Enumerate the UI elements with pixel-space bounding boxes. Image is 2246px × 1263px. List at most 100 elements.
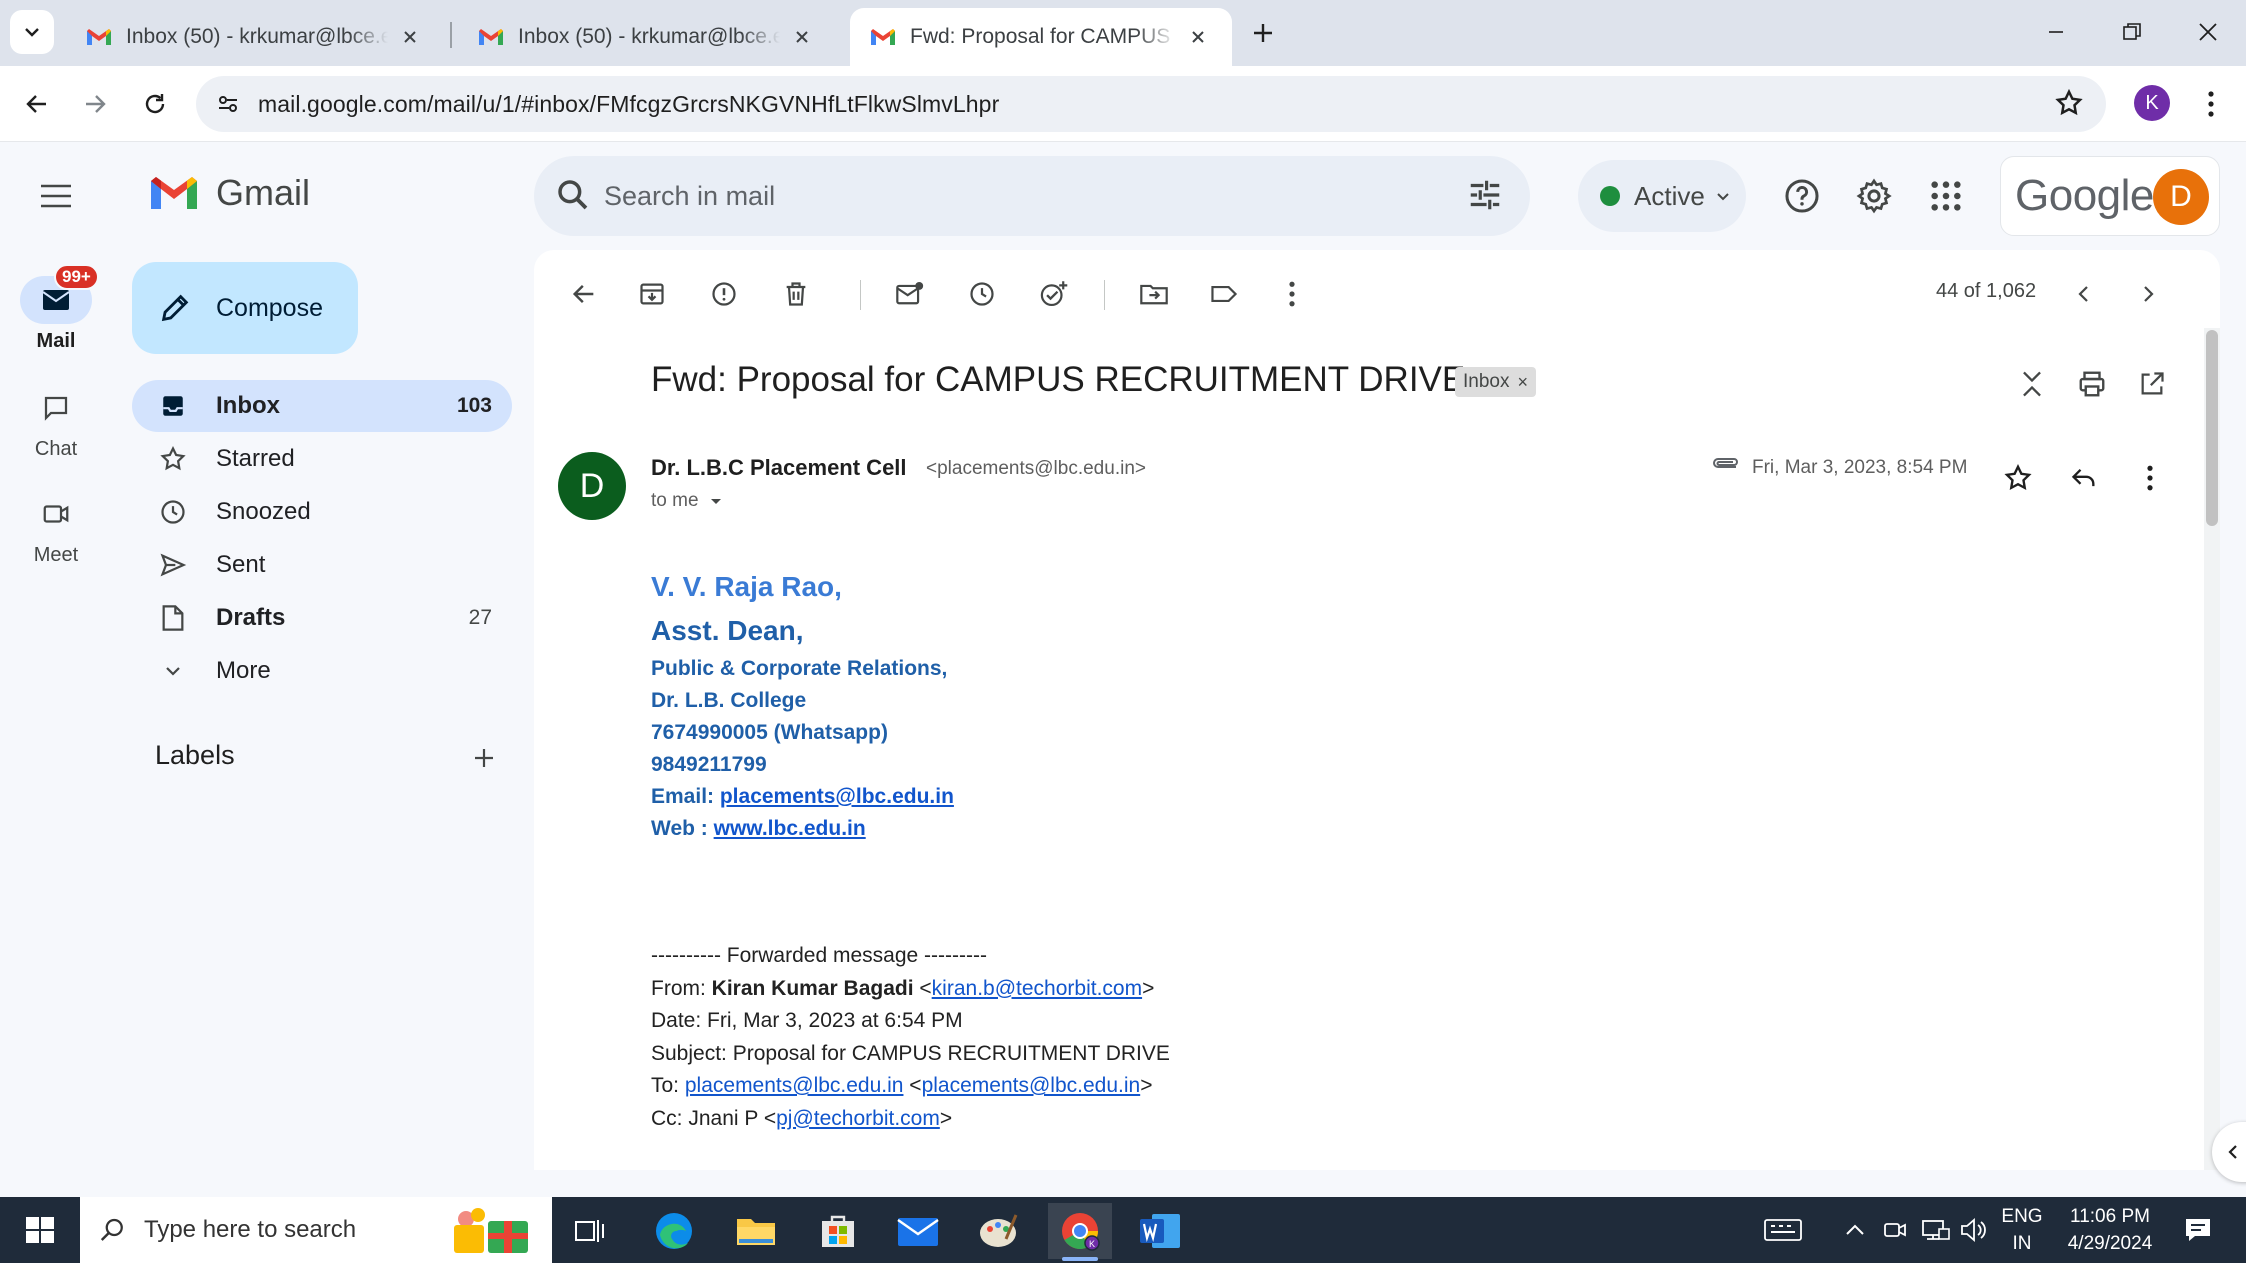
file-explorer-app[interactable] — [724, 1203, 788, 1259]
forward-button[interactable] — [72, 81, 118, 127]
meet-now-tray-icon[interactable] — [1878, 1197, 1912, 1263]
address-bar[interactable]: mail.google.com/mail/u/1/#inbox/FMfcgzGr… — [196, 76, 2106, 132]
input-language-indicator[interactable]: ENG IN — [1996, 1197, 2048, 1263]
status-dropdown[interactable]: Active — [1578, 160, 1746, 232]
scrollbar-thumb[interactable] — [2206, 330, 2218, 526]
minimize-button[interactable] — [2026, 10, 2086, 54]
browser-tab[interactable]: Inbox (50) - krkumar@lbce.edu.in - Gmail — [66, 8, 444, 66]
collapse-all-button[interactable] — [2008, 360, 2056, 408]
taskbar-search-box[interactable]: Type here to search — [80, 1197, 552, 1263]
message-more-button[interactable] — [2126, 454, 2174, 502]
edge-app[interactable] — [642, 1203, 706, 1259]
new-tab-button[interactable] — [1244, 14, 1282, 52]
newer-message-button[interactable] — [2060, 270, 2108, 318]
tab-separator — [450, 22, 452, 48]
from-email-link[interactable]: kiran.b@techorbit.com — [932, 977, 1142, 1000]
gmail-logo[interactable]: Gmail — [148, 172, 310, 214]
signature-phone: 7674990005 (Whatsapp) — [651, 721, 888, 744]
edge-icon — [656, 1213, 692, 1249]
reply-button[interactable] — [2060, 454, 2108, 502]
star-message-button[interactable] — [1994, 454, 2042, 502]
signature-email-line: Email: placements@lbc.edu.in — [651, 781, 954, 813]
paint-app[interactable] — [966, 1203, 1030, 1259]
report-spam-button[interactable] — [700, 270, 748, 318]
open-new-window-button[interactable] — [2128, 360, 2176, 408]
tab-close-icon[interactable] — [788, 23, 816, 51]
remove-label-icon[interactable]: × — [1517, 372, 1528, 393]
mark-unread-button[interactable] — [886, 270, 934, 318]
help-button[interactable] — [1778, 172, 1826, 220]
signature-web-link[interactable]: www.lbc.edu.in — [714, 817, 866, 840]
paint-palette-icon — [980, 1214, 1018, 1247]
compose-button[interactable]: Compose — [132, 262, 358, 354]
tab-close-icon[interactable] — [1184, 23, 1212, 51]
snooze-button[interactable] — [958, 270, 1006, 318]
more-actions-button[interactable] — [1268, 270, 1316, 318]
recipient-details[interactable]: to me — [651, 490, 727, 512]
google-apps-button[interactable] — [1922, 172, 1970, 220]
keyboard-tray-icon[interactable] — [1758, 1197, 1808, 1263]
search-icon[interactable] — [554, 176, 592, 219]
tab-search-button[interactable] — [10, 10, 54, 54]
sender-avatar[interactable]: D — [558, 452, 626, 520]
notifications-button[interactable] — [2172, 1197, 2224, 1263]
browser-tab-active[interactable]: Fwd: Proposal for CAMPUS RECRUITMENT DRI… — [850, 8, 1232, 66]
rail-item-meet[interactable]: Meet — [0, 490, 112, 567]
back-to-inbox-button[interactable] — [560, 270, 608, 318]
restore-button[interactable] — [2102, 10, 2162, 54]
microsoft-store-app[interactable] — [806, 1203, 870, 1259]
signature-college: Dr. L.B. College — [651, 689, 807, 712]
search-options-icon[interactable] — [1466, 176, 1504, 219]
chrome-app[interactable]: K — [1048, 1203, 1112, 1261]
task-view-button[interactable] — [558, 1203, 622, 1259]
browser-tab[interactable]: Inbox (50) - krkumar@lbce.edu.in - Gmail — [458, 8, 836, 66]
site-info-icon[interactable] — [210, 86, 246, 122]
to-email-link[interactable]: placements@lbc.edu.in — [685, 1074, 904, 1097]
older-message-button[interactable] — [2124, 270, 2172, 318]
search-input[interactable] — [604, 174, 1404, 218]
chrome-profile-avatar[interactable]: K — [2134, 85, 2170, 121]
nav-item-starred[interactable]: Starred — [132, 433, 512, 485]
cc-email-link[interactable]: pj@techorbit.com — [776, 1107, 940, 1130]
labels-button[interactable] — [1200, 270, 1248, 318]
google-account-button[interactable]: Google D — [2000, 156, 2220, 236]
clock-icon — [970, 282, 994, 306]
nav-item-sent[interactable]: Sent — [132, 539, 512, 591]
add-label-button[interactable] — [466, 740, 502, 776]
rail-item-chat[interactable]: Chat — [0, 384, 112, 461]
move-to-button[interactable] — [1130, 270, 1178, 318]
start-button[interactable] — [18, 1213, 62, 1252]
bookmark-star-icon[interactable] — [2054, 88, 2084, 123]
nav-item-drafts[interactable]: Drafts 27 — [132, 592, 512, 644]
word-app[interactable] — [1128, 1203, 1192, 1259]
message-view: 44 of 1,062 Fwd: Proposal for CAMPUS REC… — [534, 250, 2220, 1170]
main-menu-button[interactable] — [34, 174, 78, 218]
mail-app[interactable] — [886, 1203, 950, 1259]
close-window-button[interactable] — [2178, 10, 2238, 54]
rail-label: Meet — [33, 544, 79, 566]
print-button[interactable] — [2068, 360, 2116, 408]
archive-button[interactable] — [628, 270, 676, 318]
settings-button[interactable] — [1850, 172, 1898, 220]
nav-item-inbox[interactable]: Inbox 103 — [132, 380, 512, 432]
send-icon — [158, 550, 188, 580]
chrome-menu-icon[interactable] — [2196, 84, 2226, 124]
taskbar-clock[interactable]: 11:06 PM 4/29/2024 — [2052, 1197, 2168, 1263]
back-button[interactable] — [14, 81, 60, 127]
inbox-icon — [158, 391, 188, 421]
network-tray-icon[interactable] — [1918, 1197, 1954, 1263]
volume-tray-icon[interactable] — [1956, 1197, 1992, 1263]
to-email-link-2[interactable]: placements@lbc.edu.in — [922, 1074, 1141, 1097]
nav-item-more[interactable]: More — [132, 645, 512, 697]
sender-name[interactable]: Dr. L.B.C Placement Cell — [651, 455, 907, 481]
gmail-logo-icon — [151, 177, 197, 209]
show-hidden-icons-button[interactable] — [1838, 1197, 1872, 1263]
add-to-tasks-button[interactable] — [1030, 270, 1078, 318]
tab-close-icon[interactable] — [396, 23, 424, 51]
open-in-new-icon — [2141, 372, 2164, 395]
nav-item-snoozed[interactable]: Snoozed — [132, 486, 512, 538]
rail-item-mail[interactable]: 99+ Mail — [0, 264, 112, 353]
signature-email-link[interactable]: placements@lbc.edu.in — [720, 785, 954, 808]
reload-button[interactable] — [132, 81, 178, 127]
delete-button[interactable] — [772, 270, 820, 318]
